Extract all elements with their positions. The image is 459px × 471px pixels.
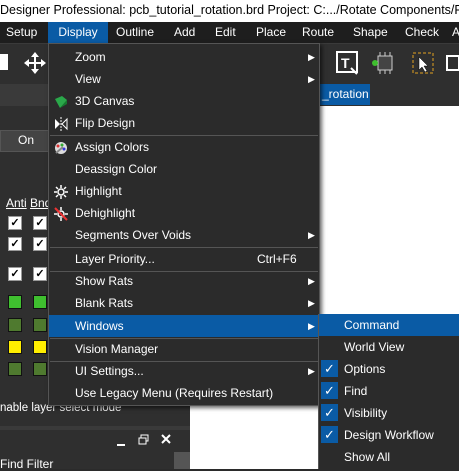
menu-item-windows[interactable]: Windows ▶: [49, 315, 319, 337]
close-icon[interactable]: [160, 433, 172, 448]
visibility-checkbox[interactable]: ✓: [33, 216, 47, 230]
submenu-item-find[interactable]: ✓ Find: [319, 380, 459, 402]
color-swatch[interactable]: [8, 340, 22, 354]
3d-canvas-icon: [54, 94, 68, 108]
color-swatch[interactable]: [8, 318, 22, 332]
menu-item-vision-manager[interactable]: Vision Manager: [49, 338, 319, 360]
menu-edit[interactable]: Edit: [215, 22, 236, 43]
menu-outline[interactable]: Outline: [116, 22, 154, 43]
menu-add[interactable]: Add: [174, 22, 195, 43]
menu-item-deassign-color[interactable]: Deassign Color: [49, 158, 319, 180]
menu-more[interactable]: A: [452, 22, 459, 43]
submenu-arrow-icon: ▶: [308, 276, 315, 286]
minimize-icon[interactable]: [116, 435, 126, 450]
color-swatch[interactable]: [33, 362, 47, 376]
flip-design-icon: [54, 116, 68, 131]
menu-item-3d-canvas[interactable]: 3D Canvas: [49, 90, 319, 112]
on-column-header: On: [17, 133, 34, 147]
windows-submenu: Command World View ✓ Options ✓ Find ✓ Vi…: [318, 314, 459, 469]
color-swatch[interactable]: [33, 295, 47, 309]
window-title-bar: Designer Professional: pcb_tutorial_rota…: [0, 0, 459, 22]
checkmark-icon: ✓: [321, 426, 338, 443]
restore-icon[interactable]: [138, 434, 150, 449]
submenu-arrow-icon: ▶: [308, 230, 315, 240]
submenu-item-options[interactable]: ✓ Options: [319, 358, 459, 380]
visibility-checkbox[interactable]: ✓: [8, 216, 22, 230]
chip-outline-icon[interactable]: [444, 50, 459, 76]
layer-priority-shortcut: Ctrl+F6: [257, 252, 297, 266]
checkmark-icon: ✓: [321, 382, 338, 399]
color-swatch[interactable]: [33, 318, 47, 332]
svg-text:T: T: [341, 55, 350, 71]
checkmark-icon: ✓: [321, 360, 338, 377]
menu-item-blank-rats[interactable]: Blank Rats ▶: [49, 292, 319, 314]
checkmark-icon: ✓: [321, 404, 338, 421]
move-icon[interactable]: [22, 50, 48, 76]
anti-column-header: Anti: [6, 196, 27, 210]
menu-route[interactable]: Route: [302, 22, 334, 43]
visibility-checkbox[interactable]: ✓: [33, 267, 47, 281]
submenu-item-command[interactable]: Command: [319, 314, 459, 336]
menu-bar: Setup Display Outline Add Edit Place Rou…: [0, 22, 459, 44]
menu-place[interactable]: Place: [256, 22, 286, 43]
submenu-arrow-icon: ▶: [308, 366, 315, 376]
window-title: Designer Professional: pcb_tutorial_rota…: [0, 3, 459, 17]
dehighlight-icon: [54, 206, 68, 221]
menu-item-flip-design[interactable]: Flip Design: [49, 112, 319, 134]
visibility-checkbox[interactable]: ✓: [8, 267, 22, 281]
color-swatch[interactable]: [8, 362, 22, 376]
menu-item-view[interactable]: View ▶: [49, 68, 319, 90]
visibility-checkbox[interactable]: ✓: [8, 237, 22, 251]
text-tool-icon[interactable]: T: [335, 50, 361, 76]
highlight-icon: [54, 184, 68, 199]
submenu-item-show-all[interactable]: Show All: [319, 446, 459, 468]
menu-item-layer-priority[interactable]: Layer Priority... Ctrl+F6: [49, 248, 319, 270]
submenu-arrow-icon: ▶: [308, 298, 315, 308]
find-filter-panel: Find Filter: [0, 430, 190, 471]
document-tab[interactable]: _rotation: [318, 84, 370, 105]
menu-setup[interactable]: Setup: [6, 22, 37, 43]
submenu-arrow-icon: ▶: [308, 52, 315, 62]
menu-item-highlight[interactable]: Highlight: [49, 180, 319, 202]
menu-item-use-legacy-menu[interactable]: Use Legacy Menu (Requires Restart): [49, 382, 319, 404]
menu-item-segments-over-voids[interactable]: Segments Over Voids ▶: [49, 224, 319, 246]
display-menu: Zoom ▶ View ▶ 3D Canvas Flip Design Assign…: [48, 43, 320, 406]
menu-item-ui-settings[interactable]: UI Settings... ▶: [49, 360, 319, 382]
menu-check[interactable]: Check: [405, 22, 439, 43]
submenu-arrow-icon: ▶: [308, 74, 315, 84]
menu-item-zoom[interactable]: Zoom ▶: [49, 46, 319, 68]
submenu-arrow-icon: ▶: [308, 321, 315, 331]
document-tab-label: _rotation: [322, 87, 369, 101]
assign-colors-icon: [54, 140, 68, 154]
color-swatch[interactable]: [8, 295, 22, 309]
menu-item-assign-colors[interactable]: Assign Colors: [49, 136, 319, 158]
chip-icon[interactable]: [372, 50, 398, 76]
visibility-checkbox[interactable]: ✓: [33, 237, 47, 251]
color-swatch[interactable]: [33, 340, 47, 354]
menu-item-show-rats[interactable]: Show Rats ▶: [49, 270, 319, 292]
menu-shape[interactable]: Shape: [353, 22, 388, 43]
menu-display[interactable]: Display: [48, 22, 108, 43]
scrollbar[interactable]: [174, 452, 190, 469]
select-pointer-icon[interactable]: [410, 50, 436, 76]
submenu-item-design-workflow[interactable]: ✓ Design Workflow: [319, 424, 459, 446]
submenu-item-world-view[interactable]: World View: [319, 336, 459, 358]
menu-item-dehighlight[interactable]: Dehighlight: [49, 202, 319, 224]
submenu-item-visibility[interactable]: ✓ Visibility: [319, 402, 459, 424]
